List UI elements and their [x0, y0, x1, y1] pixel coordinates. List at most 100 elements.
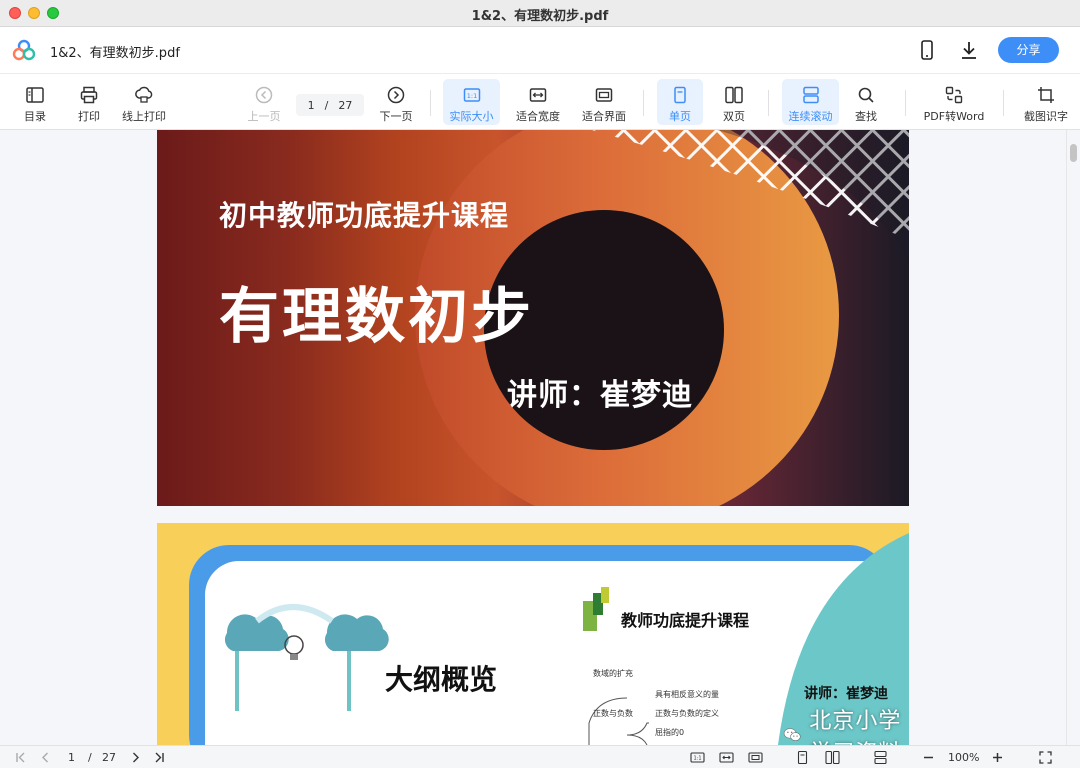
page-number-input[interactable]: 1 / 27 — [296, 94, 364, 116]
fit-screen-label: 适合界面 — [582, 110, 626, 123]
print-button[interactable]: 打印 — [68, 79, 110, 125]
chevron-right-icon — [133, 752, 139, 763]
toolbar-divider — [643, 90, 644, 116]
status-bar: 1 / 27 1:1 100% — [0, 745, 1080, 768]
double-page-label: 双页 — [723, 110, 745, 123]
watermark: 北京小学学习资料 — [783, 703, 909, 745]
zoom-out-button[interactable] — [921, 749, 936, 766]
window-title-bar: 1&2、有理数初步.pdf — [0, 0, 1080, 27]
next-page-button[interactable]: 下一页 — [375, 79, 417, 125]
fit-width-button[interactable]: 适合宽度 — [512, 79, 564, 125]
single-page-button[interactable]: 单页 — [657, 79, 703, 125]
fullscreen-button[interactable] — [1038, 749, 1053, 766]
toolbar-divider — [430, 90, 431, 116]
toc-button[interactable]: 目录 — [14, 79, 56, 125]
outline-heading: 大纲概览 — [385, 663, 498, 696]
wechat-icon — [783, 728, 801, 741]
ocr-label: 截图识字 — [1024, 110, 1068, 123]
lesson-title: 有理数初步 — [219, 282, 534, 352]
app-logo-icon — [12, 39, 36, 61]
fit-width-icon — [529, 88, 547, 102]
chevron-right-circle-icon — [387, 86, 405, 104]
toc-label: 目录 — [24, 110, 46, 123]
pdf-page-2: 大纲概览 教师功底提升课程 讲师：崔梦迪 数域的扩充 正数与负数 具有相反意义的… — [157, 523, 909, 745]
mindmap-node: 正数与负数的定义 — [655, 709, 719, 718]
printer-icon — [80, 86, 98, 104]
first-page-button[interactable] — [14, 749, 29, 766]
actual-size-glyph: 1:1 — [466, 92, 476, 100]
last-page-icon — [155, 752, 164, 763]
find-label: 查找 — [855, 110, 877, 123]
previous-page-button[interactable] — [38, 749, 53, 766]
document-header: 1&2、有理数初步.pdf 分享 — [0, 27, 1080, 74]
download-icon[interactable] — [958, 39, 980, 61]
chevron-left-icon — [42, 752, 48, 763]
status-page-separator: / — [88, 751, 92, 764]
page2-teacher-name: 讲师：崔梦迪 — [804, 686, 888, 702]
sidebar-panel-icon — [26, 87, 44, 103]
first-page-icon — [16, 752, 25, 763]
teacher-name: 讲师：崔梦迪 — [507, 378, 693, 413]
single-page-icon — [797, 750, 808, 765]
actual-size-icon: 1:1 — [463, 88, 480, 102]
next-page-status-button[interactable] — [128, 749, 143, 766]
actual-size-button[interactable]: 1:1 实际大小 — [443, 79, 500, 125]
vertical-scrollbar[interactable] — [1066, 130, 1080, 745]
online-print-button[interactable]: 线上打印 — [118, 79, 170, 125]
find-button[interactable]: 查找 — [845, 79, 887, 125]
actual-size-icon: 1:1 — [690, 752, 705, 763]
actual-size-label: 实际大小 — [449, 110, 494, 123]
status-actual-size-button[interactable]: 1:1 — [690, 749, 705, 766]
cloud-printer-icon — [135, 86, 153, 103]
double-page-button[interactable]: 双页 — [713, 79, 755, 125]
pdf-page-1: 初中教师功底提升课程 有理数初步 讲师：崔梦迪 — [157, 130, 909, 506]
ocr-button[interactable]: 截图识字 — [1019, 79, 1073, 125]
toolbar-divider — [768, 90, 769, 116]
status-fit-screen-button[interactable] — [748, 749, 763, 766]
continuous-scroll-icon — [874, 750, 887, 765]
page2-course-title: 教师功底提升课程 — [621, 611, 750, 630]
fit-screen-button[interactable]: 适合界面 — [578, 79, 630, 125]
mindmap-node: 正数与负数 — [593, 709, 633, 718]
status-actual-size-glyph: 1:1 — [693, 756, 701, 762]
continuous-scroll-label: 连续滚动 — [788, 110, 833, 123]
prev-page-button[interactable]: 上一页 — [243, 79, 285, 125]
scrollbar-thumb[interactable] — [1070, 144, 1077, 162]
share-button[interactable]: 分享 — [998, 37, 1059, 63]
mindmap-node: 具有相反意义的量 — [655, 690, 719, 699]
toolbar: 目录 打印 线上打印 上一页 下一页 1:1 实际大小 适合宽度 适合界面 单页… — [0, 74, 1080, 130]
status-single-page-button[interactable] — [795, 749, 810, 766]
continuous-scroll-button[interactable]: 连续滚动 — [782, 79, 839, 125]
single-page-icon — [674, 86, 686, 104]
last-page-button[interactable] — [151, 749, 166, 766]
crop-icon — [1038, 87, 1054, 103]
continuous-scroll-icon — [802, 86, 819, 104]
fit-screen-icon — [595, 88, 613, 102]
document-viewport[interactable]: 初中教师功底提升课程 有理数初步 讲师：崔梦迪 大纲概览 教师功底提升课程 讲师… — [0, 130, 1080, 745]
fit-width-icon — [719, 752, 734, 763]
window-title: 1&2、有理数初步.pdf — [471, 9, 609, 24]
page-separator: / — [324, 98, 329, 112]
current-page: 1 — [307, 98, 315, 112]
mobile-phone-icon[interactable] — [916, 39, 938, 61]
zoom-in-button[interactable] — [990, 749, 1005, 766]
status-total-pages: 27 — [102, 751, 116, 764]
mindmap-node: 屈指的0 — [655, 728, 685, 737]
pdf-to-word-label: PDF转Word — [923, 110, 985, 123]
zoom-level[interactable]: 100% — [948, 749, 979, 766]
prev-page-label: 上一页 — [247, 110, 281, 123]
status-double-page-button[interactable] — [825, 749, 840, 766]
status-current-page[interactable]: 1 — [68, 749, 75, 766]
document-title: 1&2、有理数初步.pdf — [50, 46, 180, 61]
course-title: 初中教师功底提升课程 — [219, 199, 510, 232]
status-fit-width-button[interactable] — [719, 749, 734, 766]
fit-width-label: 适合宽度 — [516, 110, 560, 123]
status-continuous-scroll-button[interactable] — [873, 749, 888, 766]
pdf-to-word-button[interactable]: PDF转Word — [919, 79, 989, 125]
print-label: 打印 — [78, 110, 100, 123]
convert-icon — [945, 86, 963, 104]
watermark-text: 北京小学学习资料 — [809, 709, 902, 745]
fit-screen-icon — [748, 752, 763, 763]
single-page-label: 单页 — [669, 110, 691, 123]
toolbar-divider — [1003, 90, 1004, 116]
